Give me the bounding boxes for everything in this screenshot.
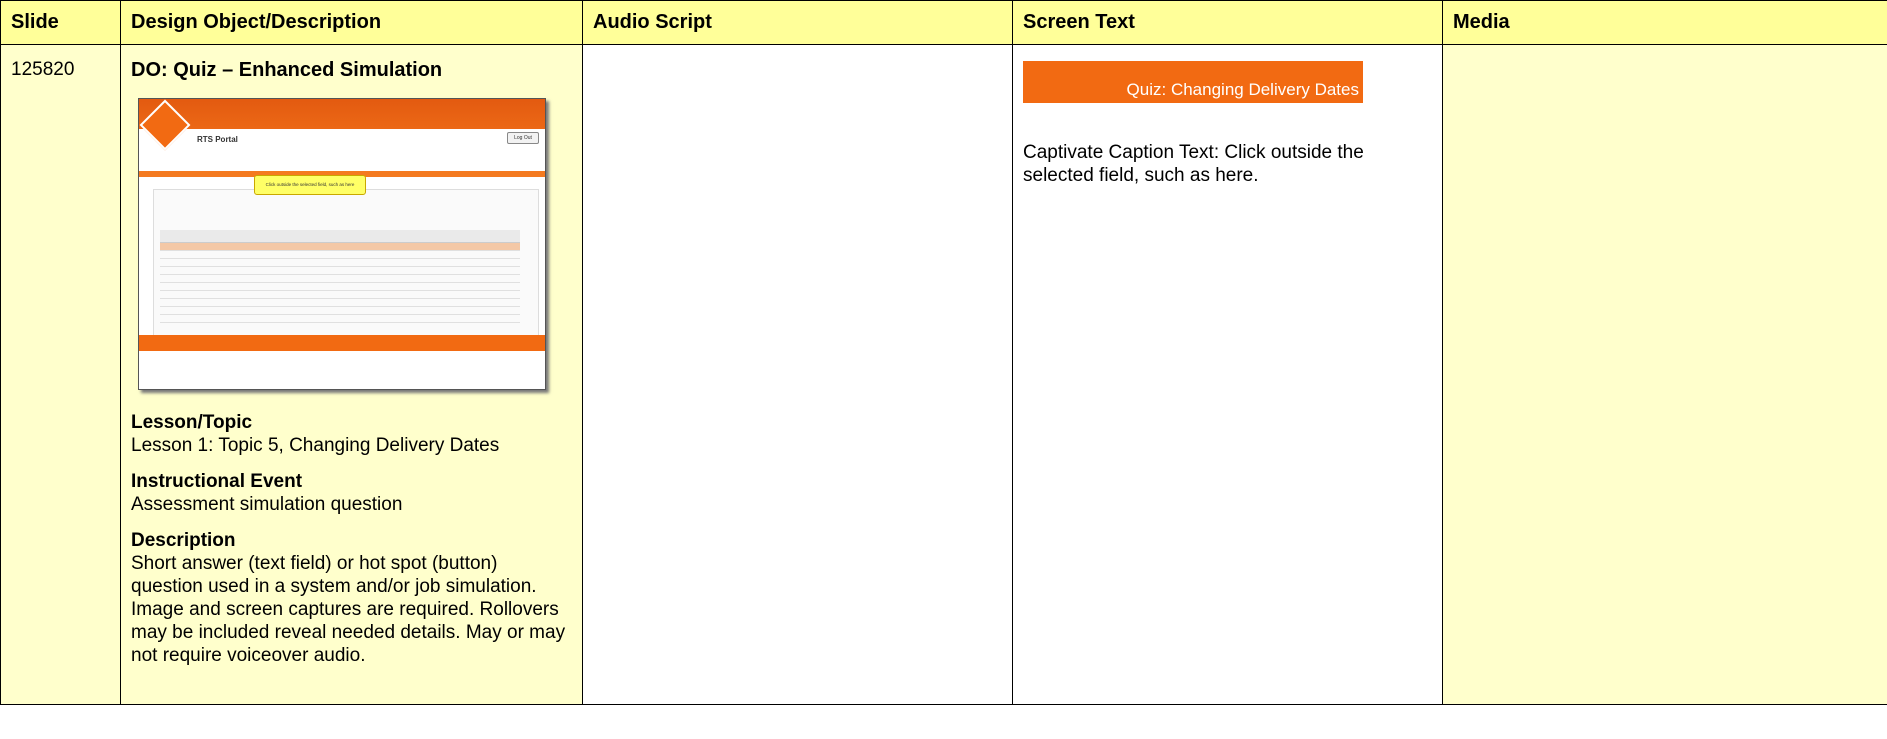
header-row: Slide Design Object/Description Audio Sc… — [0, 0, 1887, 45]
header-media: Media — [1442, 0, 1887, 45]
simulation-thumbnail: RTS Portal Log Out Click outside the sel… — [138, 98, 546, 390]
description-value: Short answer (text field) or hot spot (b… — [131, 553, 566, 666]
thumbnail-grid-row — [160, 307, 520, 315]
quiz-banner-text: Quiz: Changing Delivery Dates — [1126, 80, 1359, 99]
thumbnail-logout-button: Log Out — [507, 132, 539, 144]
thumbnail-grid-row — [160, 275, 520, 283]
lesson-topic-value: Lesson 1: Topic 5, Changing Delivery Dat… — [131, 435, 500, 456]
screen-text-cell: Quiz: Changing Delivery Dates Captivate … — [1012, 44, 1443, 705]
thumbnail-grid-row — [160, 251, 520, 259]
thumbnail-grid-header — [160, 230, 520, 243]
slide-number: 125820 — [11, 59, 75, 80]
design-cell: DO: Quiz – Enhanced Simulation RTS Porta… — [120, 44, 583, 705]
lesson-topic-label: Lesson/Topic — [131, 412, 253, 433]
thumbnail-grid-row — [160, 267, 520, 275]
thumbnail-tooltip: Click outside the selected field, such a… — [254, 175, 366, 195]
quiz-banner: Quiz: Changing Delivery Dates — [1023, 61, 1363, 103]
thumbnail-portal-title: RTS Portal — [197, 135, 238, 144]
thumbnail-grid-row — [160, 283, 520, 291]
caption-text: Captivate Caption Text: Click outside th… — [1023, 142, 1364, 186]
audio-cell — [582, 44, 1013, 705]
thumbnail-grid-row — [160, 259, 520, 267]
thumbnail-bottom-area — [139, 351, 545, 389]
thumbnail-grid-row — [160, 291, 520, 299]
do-title: DO: Quiz – Enhanced Simulation — [131, 59, 443, 81]
media-cell — [1442, 44, 1887, 705]
description-label: Description — [131, 530, 236, 551]
slide-cell: 125820 — [0, 44, 121, 705]
storyboard-table: Slide Design Object/Description Audio Sc… — [0, 0, 1887, 705]
thumbnail-bottom-band — [139, 335, 545, 351]
instructional-event-value: Assessment simulation question — [131, 494, 403, 515]
header-design: Design Object/Description — [120, 0, 583, 45]
header-audio: Audio Script — [582, 0, 1013, 45]
table-row: 125820 DO: Quiz – Enhanced Simulation RT… — [0, 44, 1887, 705]
thumbnail-grid — [160, 230, 520, 323]
header-screen: Screen Text — [1012, 0, 1443, 45]
thumbnail-grid-row — [160, 299, 520, 307]
thumbnail-grid-row — [160, 315, 520, 323]
instructional-event-label: Instructional Event — [131, 471, 303, 492]
header-slide: Slide — [0, 0, 121, 45]
thumbnail-grid-row — [160, 243, 520, 251]
